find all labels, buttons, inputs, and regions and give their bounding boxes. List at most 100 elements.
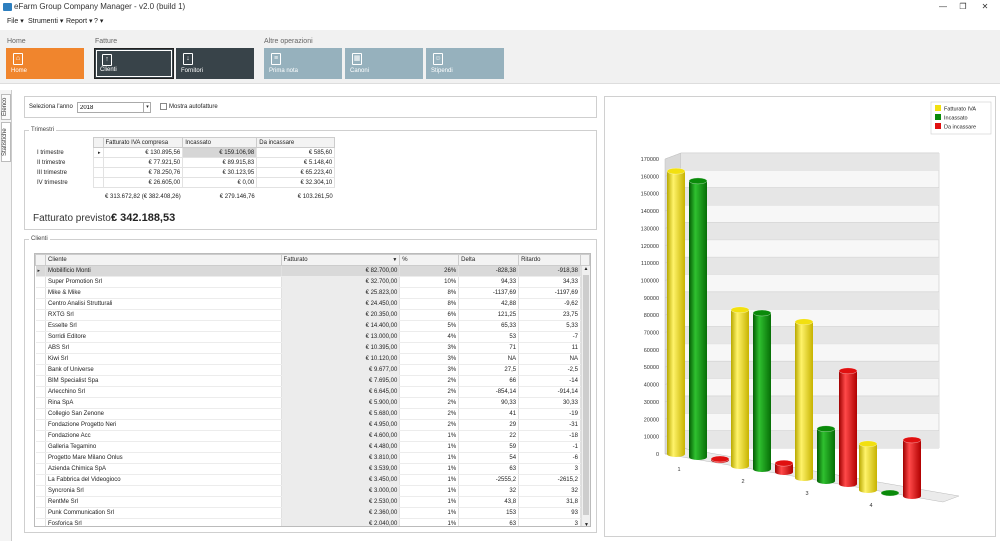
cell-delta: 41 [458, 408, 520, 420]
cell-fatturato: € 2.360,00 [281, 507, 401, 519]
table-row[interactable]: Syncronia Srl € 3.000,00 1% 32 32 [35, 485, 590, 497]
sort-desc-icon[interactable]: ▼ [392, 257, 397, 263]
table-row[interactable]: Esselte Srl € 14.400,00 5% 65,33 5,33 [35, 320, 590, 332]
autofatture-checkbox[interactable] [160, 103, 167, 110]
col-fatturato-iva[interactable]: Fatturato IVA compresa [102, 137, 184, 148]
table-row[interactable]: Sorridi Editore € 13.000,00 4% 53 -7 [35, 331, 590, 343]
cell-cliente: Fosforica Srl [45, 518, 282, 526]
scroll-up-icon[interactable]: ▲ [582, 266, 590, 272]
bar-incassato [817, 428, 835, 481]
menu-report[interactable]: Report ▾ [66, 17, 92, 25]
table-row[interactable]: La Fabbrica del Videogioco € 3.450,00 1% -2… [35, 474, 590, 486]
col-da-incassare[interactable]: Da incassare [256, 137, 336, 148]
cell-cliente: Mobilificio Monti [45, 265, 282, 277]
cell-ritardo: -7 [518, 331, 581, 343]
quarters-group-title: Trimestri [29, 127, 57, 133]
cell-ritardo: 5,33 [518, 320, 581, 332]
chart-panel: 0 10000 20000 30000 40000 50000 60000 70000 8000… [604, 96, 996, 537]
table-row[interactable]: Kiwi Srl € 10.120,00 3% NA NA [35, 353, 590, 365]
canoni-button[interactable]: ▦ Canoni [345, 48, 423, 79]
cell-cliente: Esselte Srl [45, 320, 282, 332]
table-row[interactable]: II trimestre € 77.921,50 € 89.915,83 € 5… [35, 157, 336, 168]
cell-delta: 121,25 [458, 309, 520, 321]
y-tick-label: 30000 [644, 400, 659, 406]
tab-statistiche[interactable]: Statistiche [1, 122, 11, 162]
minimize-icon[interactable]: — [936, 1, 950, 12]
year-label: Seleziona l'anno [29, 104, 73, 110]
table-row[interactable]: IV trimestre € 26.605,00 € 0,00 € 32.304… [35, 177, 336, 188]
bar-fatturato-iva [731, 309, 749, 466]
col-delta[interactable]: Delta [458, 254, 520, 266]
table-row[interactable]: I trimestre ▸ € 130.895,56 € 159.106,98 … [35, 147, 336, 158]
forecast-value: € 342.188,53 [111, 212, 176, 224]
cell-percent: 2% [399, 386, 460, 398]
cell-ritardo: -19 [518, 408, 581, 420]
export-icon: ↑ [102, 54, 112, 66]
table-row[interactable]: BIM Specialist Spa € 7.695,00 2% 66 -14 [35, 375, 590, 387]
col-ritardo[interactable]: Ritardo [518, 254, 581, 266]
table-row[interactable]: Azienda Chimica SpA € 3.539,00 1% 63 3 [35, 463, 590, 475]
cell-fatturato: € 9.677,00 [281, 364, 401, 376]
cell-cliente: Azienda Chimica SpA [45, 463, 282, 475]
cell-percent: 3% [399, 364, 460, 376]
menu-strumenti[interactable]: Strumenti ▾ [28, 17, 63, 25]
cell-percent: 8% [399, 287, 460, 299]
stipendi-button[interactable]: ☺ Stipendi [426, 48, 504, 79]
vertical-scrollbar[interactable]: ▲ ▼ [581, 266, 590, 526]
cell-fatturato: € 25.823,00 [281, 287, 401, 299]
menu-file[interactable]: File ▾ [7, 17, 24, 25]
col-incassato[interactable]: Incassato [182, 137, 258, 148]
table-row[interactable]: RentMe Srl € 2.530,00 1% 43,8 31,8 [35, 496, 590, 508]
cell-percent: 1% [399, 441, 460, 453]
tab-elenco[interactable]: Elenco [1, 94, 11, 120]
chart-legend: Fatturato IVA Incassato Da incassare [930, 101, 992, 135]
table-row[interactable]: Galleria Tegamino € 4.480,00 1% 59 -1 [35, 441, 590, 453]
bar-top [730, 306, 750, 313]
cell-fatturato: € 24.450,00 [281, 298, 401, 310]
prima-nota-button[interactable]: ≡ Prima nota [264, 48, 342, 79]
table-row[interactable]: Centro Analisi Strutturali € 24.450,00 8% 4… [35, 298, 590, 310]
table-row[interactable]: Progetto Mare Milano Onlus € 3.810,00 1% 54… [35, 452, 590, 464]
cell-delta: 43,8 [458, 496, 520, 508]
table-row[interactable]: Punk Communication Srl € 2.360,00 1% 153 93 [35, 507, 590, 519]
cell-ritardo: NA [518, 353, 581, 365]
scrollbar-thumb[interactable] [583, 275, 589, 515]
clienti-button[interactable]: ↑ Clienti [94, 48, 174, 79]
table-row[interactable]: Fondazione Acc € 4.600,00 1% 22 -18 [35, 430, 590, 442]
table-row[interactable]: Fosforica Srl € 2.040,00 1% 63 3 [35, 518, 590, 526]
cell-percent: 1% [399, 474, 460, 486]
cell-fatturato: € 3.539,00 [281, 463, 401, 475]
cell-fatturato: € 20.350,00 [281, 309, 401, 321]
close-icon[interactable]: ✕ [978, 1, 992, 12]
home-button[interactable]: ⌂ Home [6, 48, 84, 79]
cell-fatturato: € 82.700,00 [281, 265, 401, 277]
col-percent[interactable]: % [399, 254, 460, 266]
menu-help[interactable]: ? ▾ [94, 17, 103, 25]
table-row[interactable]: Collegio San Zenone € 5.680,00 2% 41 -19 [35, 408, 590, 420]
table-row[interactable]: ▸ Mobilificio Monti € 82.700,00 26% -828,38-… [35, 265, 590, 277]
table-row[interactable]: Arlecchino Srl € 6.645,00 2% -854,14 -914,14 [35, 386, 590, 398]
table-row[interactable]: III trimestre € 78.250,76 € 30.123,95 € … [35, 167, 336, 178]
col-cliente[interactable]: Cliente [44, 254, 282, 266]
table-row[interactable]: RXTG Srl € 20.350,00 6% 121,25 23,75 [35, 309, 590, 321]
cell-cliente: Bank of Universe [45, 364, 282, 376]
bar-base [689, 454, 707, 460]
table-row[interactable]: Bank of Universe € 9.677,00 3% 27,5 -2,5 [35, 364, 590, 376]
table-row[interactable]: Super Promotion Srl € 32.700,00 10% 94,33 34… [35, 276, 590, 288]
fornitori-button[interactable]: ↓ Fornitori [176, 48, 254, 79]
restore-icon[interactable]: ❐ [956, 1, 970, 12]
cell-ritardo: -918,38 [518, 265, 581, 277]
chevron-down-icon[interactable]: ▾ [143, 103, 151, 112]
bar-base [795, 475, 813, 481]
year-select[interactable] [77, 102, 151, 113]
cell-ritardo: -14 [518, 375, 581, 387]
table-row[interactable]: Mike & Mike € 25.823,00 8% -1137,69 -1197,69 [35, 287, 590, 299]
col-fatturato[interactable]: Fatturato ▼ [280, 254, 401, 266]
table-row[interactable]: ABS Srl € 10.395,00 3% 71 11 [35, 342, 590, 354]
cell-percent: 26% [399, 265, 460, 277]
cell-fatturato: € 32.700,00 [281, 276, 401, 288]
table-row[interactable]: Rina SpA € 5.900,00 2% 90,33 30,33 [35, 397, 590, 409]
y-tick-label: 0 [656, 452, 659, 458]
y-tick-label: 100000 [641, 278, 659, 284]
table-row[interactable]: Fondazione Progetto Neri € 4.950,00 2% 29 -3… [35, 419, 590, 431]
